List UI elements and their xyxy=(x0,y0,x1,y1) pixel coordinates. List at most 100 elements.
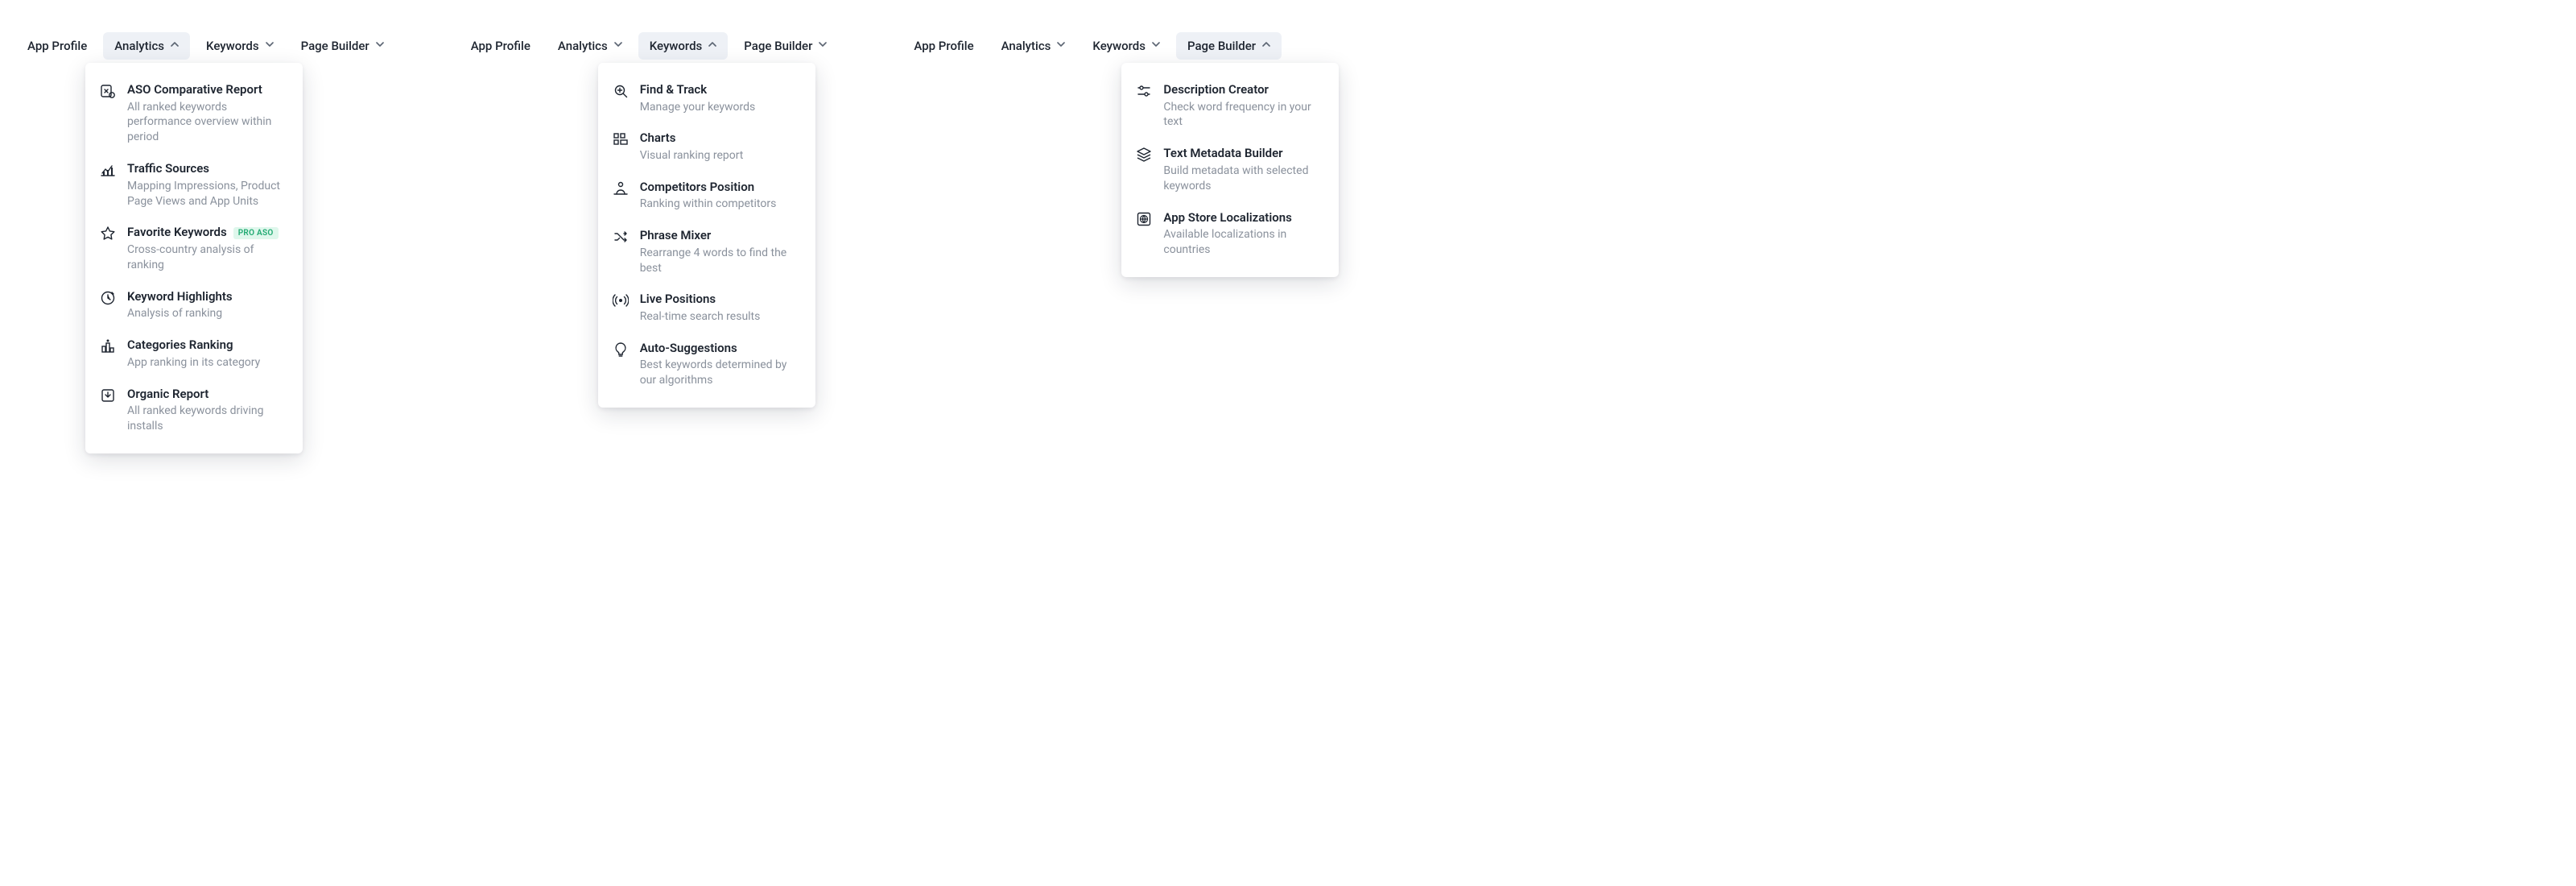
globe-icon xyxy=(1136,211,1152,227)
grid-chart-icon xyxy=(613,131,629,147)
menu-item-aso-comparative-report[interactable]: ASO Comparative Report All ranked keyword… xyxy=(85,74,303,153)
menu-item-desc: Best keywords determined by our algorith… xyxy=(640,358,801,388)
menu-item-desc: Rearrange 4 words to find the best xyxy=(640,246,801,276)
menu-item-title: Phrase Mixer xyxy=(640,228,712,244)
menu-item-desc: Available localizations in countries xyxy=(1163,227,1324,258)
nav-tabs: App Profile Analytics Keywords Page Buil… xyxy=(16,32,395,60)
shuffle-icon xyxy=(613,229,629,245)
tab-label: App Profile xyxy=(914,39,973,53)
chevron-down-icon xyxy=(1057,42,1065,50)
chevron-down-icon xyxy=(819,42,827,50)
tab-page-builder[interactable]: Page Builder xyxy=(1176,32,1282,60)
menu-item-title: Traffic Sources xyxy=(127,161,209,177)
menu-item-favorite-keywords[interactable]: Favorite Keywords PRO ASO Cross-country an… xyxy=(85,217,303,280)
search-plus-icon xyxy=(613,83,629,99)
menu-item-desc: Mapping Impressions, Product Page Views … xyxy=(127,179,288,209)
nav-page-builder-open: App Profile Analytics Keywords Page Buil… xyxy=(902,32,1282,60)
menu-item-title: Favorite Keywords xyxy=(127,225,227,241)
dropdown-analytics: ASO Comparative Report All ranked keyword… xyxy=(85,63,303,453)
tab-label: Keywords xyxy=(650,39,703,53)
menu-item-title: ASO Comparative Report xyxy=(127,82,262,98)
menu-item-title: Categories Ranking xyxy=(127,337,233,354)
menu-item-title: Find & Track xyxy=(640,82,707,98)
star-icon xyxy=(100,226,116,242)
menu-item-desc: Manage your keywords xyxy=(640,100,801,115)
menu-item-desc: Check word frequency in your text xyxy=(1163,100,1324,130)
tab-keywords[interactable]: Keywords xyxy=(195,32,285,60)
menu-item-title: Auto-Suggestions xyxy=(640,341,737,357)
tab-label: Analytics xyxy=(1001,39,1051,53)
menu-item-desc: Ranking within competitors xyxy=(640,197,801,212)
menu-item-categories-ranking[interactable]: Categories RankingApp ranking in its cat… xyxy=(85,329,303,378)
menu-item-desc: All ranked keywords driving installs xyxy=(127,404,288,434)
menu-item-desc: Analysis of ranking xyxy=(127,306,288,321)
clock-highlight-icon xyxy=(100,290,116,306)
slider-icon xyxy=(1136,83,1152,99)
menu-item-title: Text Metadata Builder xyxy=(1163,146,1282,162)
nav-tabs: App Profile Analytics Keywords Page Buil… xyxy=(460,32,839,60)
menu-item-find-track[interactable]: Find & Track Manage your keywords xyxy=(598,74,815,122)
menu-item-desc: App ranking in its category xyxy=(127,355,288,371)
menu-item-desc: Cross-country analysis of ranking xyxy=(127,242,288,273)
menu-item-title: App Store Localizations xyxy=(1163,210,1291,226)
chevron-up-icon xyxy=(708,42,716,50)
tab-analytics[interactable]: Analytics xyxy=(547,32,634,60)
menu-item-organic-report[interactable]: Organic ReportAll ranked keywords drivin… xyxy=(85,379,303,442)
menu-item-title: Charts xyxy=(640,130,676,147)
tab-label: Analytics xyxy=(114,39,164,53)
layers-icon xyxy=(1136,147,1152,163)
doc-compare-icon xyxy=(100,83,116,99)
chevron-down-icon xyxy=(614,42,622,50)
chevron-down-icon xyxy=(266,42,274,50)
tab-label: Analytics xyxy=(558,39,608,53)
tab-app-profile[interactable]: App Profile xyxy=(902,32,985,60)
menu-item-desc: Real-time search results xyxy=(640,309,801,325)
menu-item-auto-suggestions[interactable]: Auto-SuggestionsBest keywords determined… xyxy=(598,333,815,396)
tab-keywords[interactable]: Keywords xyxy=(1081,32,1171,60)
menu-item-desc: Visual ranking report xyxy=(640,148,801,164)
menu-item-desc: All ranked keywords performance overview… xyxy=(127,100,288,146)
menu-item-title: Organic Report xyxy=(127,387,208,403)
menu-item-title: Keyword Highlights xyxy=(127,289,233,305)
menu-item-phrase-mixer[interactable]: Phrase Mixer Rearrange 4 words to find th… xyxy=(598,220,815,284)
tab-label: Keywords xyxy=(206,39,259,53)
tab-label: App Profile xyxy=(27,39,87,53)
tab-label: Page Builder xyxy=(301,39,369,53)
tab-keywords[interactable]: Keywords xyxy=(638,32,729,60)
tab-label: Page Builder xyxy=(1187,39,1256,53)
menu-item-charts[interactable]: ChartsVisual ranking report xyxy=(598,122,815,171)
menu-item-traffic-sources[interactable]: Traffic Sources Mapping Impressions, Prod… xyxy=(85,153,303,217)
menu-item-keyword-highlights[interactable]: Keyword HighlightsAnalysis of ranking xyxy=(85,281,303,329)
menu-item-text-metadata-builder[interactable]: Text Metadata Builder Build metadata with… xyxy=(1121,138,1339,201)
menu-item-title: Live Positions xyxy=(640,292,716,308)
chevron-down-icon xyxy=(376,42,384,50)
live-signal-icon xyxy=(613,292,629,308)
chevron-up-icon xyxy=(1262,42,1270,50)
nav-analytics-open: App Profile Analytics Keywords Page Buil… xyxy=(16,32,395,60)
tab-analytics[interactable]: Analytics xyxy=(103,32,190,60)
tab-app-profile[interactable]: App Profile xyxy=(16,32,98,60)
download-report-icon xyxy=(100,387,116,404)
tab-label: Page Builder xyxy=(744,39,812,53)
chevron-down-icon xyxy=(1152,42,1160,50)
menu-item-desc: Build metadata with selected keywords xyxy=(1163,164,1324,194)
tab-page-builder[interactable]: Page Builder xyxy=(733,32,838,60)
chevron-up-icon xyxy=(171,42,179,50)
bulb-icon xyxy=(613,342,629,358)
menu-item-title: Competitors Position xyxy=(640,180,754,196)
traffic-chart-icon xyxy=(100,162,116,178)
tab-page-builder[interactable]: Page Builder xyxy=(290,32,395,60)
nav-keywords-open: App Profile Analytics Keywords Page Buil… xyxy=(460,32,839,60)
nav-tabs: App Profile Analytics Keywords Page Buil… xyxy=(902,32,1282,60)
tab-label: Keywords xyxy=(1092,39,1146,53)
menu-item-app-store-localizations[interactable]: App Store LocalizationsAvailable localiz… xyxy=(1121,202,1339,266)
person-rank-icon xyxy=(613,180,629,197)
dropdown-page-builder: Description CreatorCheck word frequency … xyxy=(1121,63,1339,277)
pro-aso-badge: PRO ASO xyxy=(233,227,279,239)
menu-item-live-positions[interactable]: Live PositionsReal-time search results xyxy=(598,284,815,332)
tab-analytics[interactable]: Analytics xyxy=(990,32,1077,60)
tab-app-profile[interactable]: App Profile xyxy=(460,32,542,60)
menu-item-description-creator[interactable]: Description CreatorCheck word frequency … xyxy=(1121,74,1339,138)
menu-item-competitors-position[interactable]: Competitors PositionRanking within compe… xyxy=(598,172,815,220)
tab-label: App Profile xyxy=(471,39,530,53)
